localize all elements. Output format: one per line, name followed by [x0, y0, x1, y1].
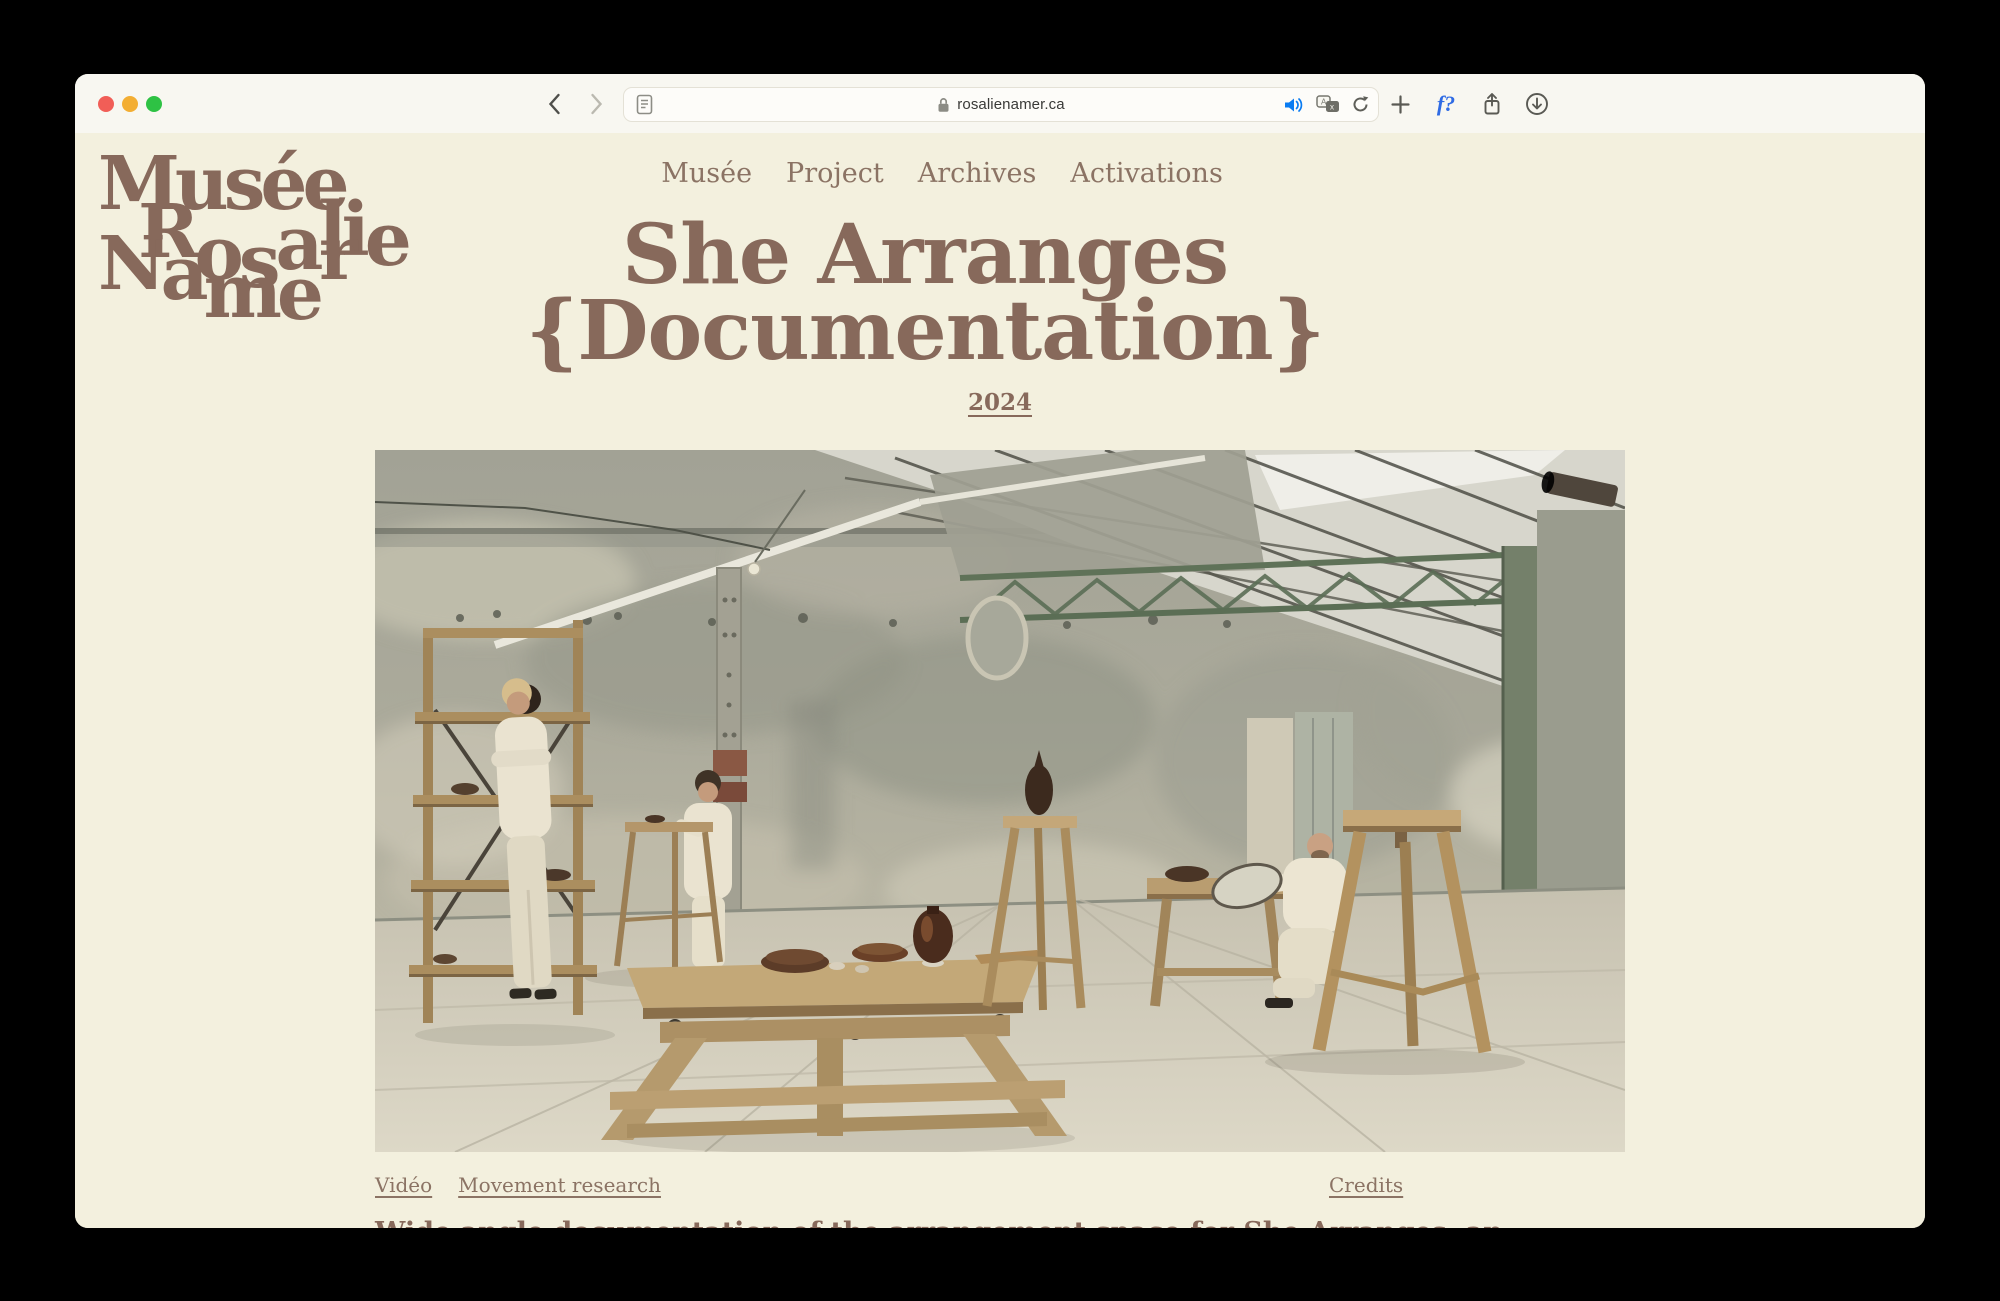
url-text: rosalienamer.ca	[957, 96, 1064, 113]
nav-item-project[interactable]: Project	[786, 158, 884, 189]
plus-icon	[1391, 95, 1410, 114]
share-button[interactable]	[1475, 88, 1509, 120]
browser-toolbar: rosalienamer.ca A x	[75, 74, 1925, 134]
download-circle-icon	[1525, 92, 1549, 116]
media-links-row: Vidéo Movement research Credits	[75, 1173, 1925, 1203]
project-video[interactable]	[375, 450, 1625, 1152]
reader-view-icon[interactable]	[636, 94, 653, 120]
expand-window-button[interactable]	[146, 96, 162, 112]
translate-icon[interactable]: A x	[1316, 95, 1340, 114]
audio-speaker-icon[interactable]	[1283, 96, 1305, 114]
reload-icon[interactable]	[1351, 95, 1370, 114]
nav-item-activations[interactable]: Activations	[1070, 158, 1222, 189]
link-movement-research[interactable]: Movement research	[458, 1173, 661, 1197]
page-title: She Arranges {Documentation}	[225, 217, 1625, 370]
minimize-window-button[interactable]	[122, 96, 138, 112]
link-vid-o[interactable]: Vidéo	[375, 1173, 432, 1197]
chevron-left-icon	[547, 93, 562, 115]
close-window-button[interactable]	[98, 96, 114, 112]
year-link[interactable]: 2024	[968, 389, 1032, 416]
credits-link[interactable]: Credits	[1329, 1173, 1403, 1197]
desktop-background: rosalienamer.ca A x	[0, 0, 2000, 1301]
forward-button[interactable]	[579, 88, 613, 120]
svg-text:x: x	[1330, 103, 1334, 112]
address-bar[interactable]: rosalienamer.ca A x	[623, 87, 1379, 122]
main-navigation: Musée Project Archives Activations	[661, 158, 1223, 189]
padlock-icon	[937, 97, 950, 113]
nav-item-archives[interactable]: Archives	[918, 158, 1037, 189]
nav-item-muse[interactable]: Musée	[661, 158, 752, 189]
page-content: Musée Rosalie Namer MuséeProjectArchives…	[75, 133, 1925, 1228]
font-extension-icon: f?	[1437, 91, 1455, 117]
new-tab-button[interactable]	[1383, 88, 1417, 120]
left-links: Vidéo Movement research	[375, 1173, 687, 1197]
share-icon	[1482, 92, 1502, 116]
chevron-right-icon	[589, 93, 604, 115]
browser-window: rosalienamer.ca A x	[75, 74, 1925, 1228]
studio-photo	[375, 450, 1625, 1152]
back-button[interactable]	[537, 88, 571, 120]
title-line-2: {Documentation}	[526, 283, 1325, 379]
font-extension-button[interactable]: f?	[1429, 88, 1463, 120]
project-description: Wide angle documentation of the arrangem…	[375, 1215, 1625, 1228]
downloads-button[interactable]	[1520, 88, 1554, 120]
